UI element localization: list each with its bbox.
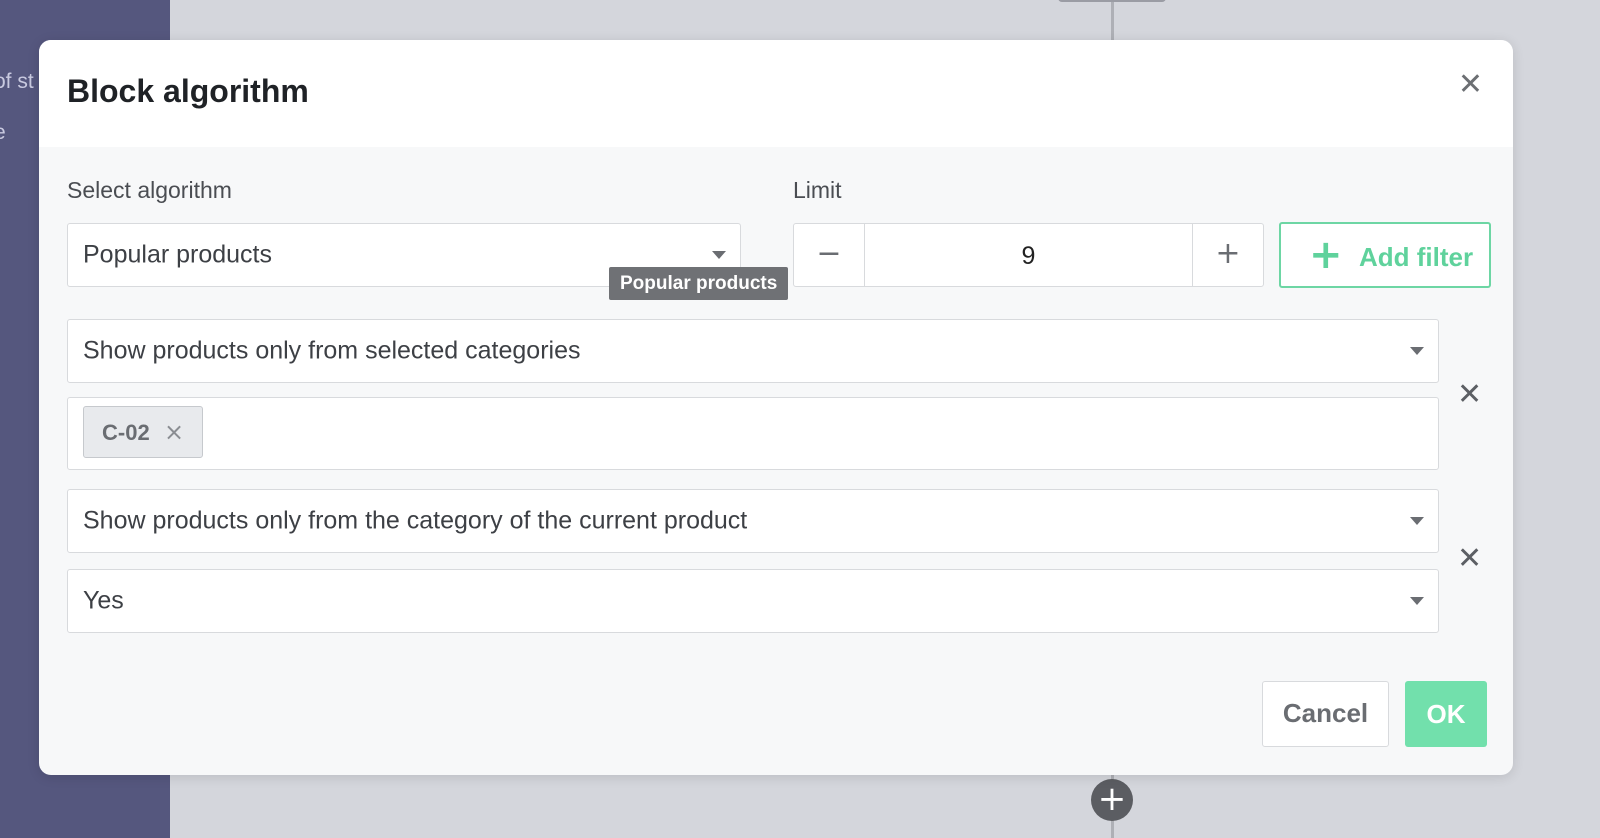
category-tags-input[interactable]: C-02 × bbox=[67, 397, 1439, 470]
algorithm-select-value: Popular products bbox=[83, 240, 273, 269]
add-filter-label: Add filter bbox=[1359, 242, 1474, 272]
filter-type-value: Show products only from selected categor… bbox=[83, 336, 581, 365]
limit-increment-button[interactable]: + bbox=[1192, 224, 1263, 286]
dialog-header: Block algorithm ✕ bbox=[39, 40, 1513, 147]
algorithm-tooltip: Popular products bbox=[609, 267, 789, 300]
limit-stepper: − + bbox=[793, 223, 1264, 288]
add-step-plus-icon[interactable]: + bbox=[1091, 779, 1133, 821]
category-tag-label: C-02 bbox=[102, 420, 150, 445]
block-algorithm-dialog: Block algorithm ✕ Select algorithm Limit… bbox=[39, 40, 1513, 775]
chevron-down-icon bbox=[1410, 347, 1424, 355]
filter-type-select[interactable]: Show products only from the category of … bbox=[67, 489, 1439, 553]
chevron-down-icon bbox=[712, 251, 726, 259]
limit-input[interactable] bbox=[865, 224, 1192, 288]
filter-type-select[interactable]: Show products only from selected categor… bbox=[67, 319, 1439, 383]
filter-value: Yes bbox=[83, 586, 124, 615]
category-tag: C-02 × bbox=[83, 406, 203, 458]
background-sidebar-text: of st bbox=[0, 70, 34, 93]
tag-remove-icon[interactable]: × bbox=[164, 418, 184, 446]
ok-button[interactable]: OK bbox=[1405, 681, 1487, 747]
add-filter-button[interactable]: + Add filter bbox=[1279, 222, 1491, 288]
plus-icon: + bbox=[1309, 232, 1343, 278]
limit-label: Limit bbox=[793, 177, 842, 203]
remove-filter-icon[interactable]: ✕ bbox=[1457, 380, 1482, 410]
background-sidebar-text: e bbox=[0, 121, 6, 145]
filter-type-value: Show products only from the category of … bbox=[83, 506, 748, 535]
chevron-down-icon bbox=[1410, 597, 1424, 605]
remove-filter-icon[interactable]: ✕ bbox=[1457, 544, 1482, 574]
close-icon[interactable]: ✕ bbox=[1458, 70, 1483, 100]
select-algorithm-label: Select algorithm bbox=[67, 177, 232, 203]
cancel-button[interactable]: Cancel bbox=[1262, 681, 1389, 747]
dialog-title: Block algorithm bbox=[67, 73, 309, 109]
background-flow-node bbox=[1058, 0, 1166, 2]
chevron-down-icon bbox=[1410, 517, 1424, 525]
filter-value-select[interactable]: Yes bbox=[67, 569, 1439, 633]
limit-decrement-button[interactable]: − bbox=[794, 224, 865, 286]
